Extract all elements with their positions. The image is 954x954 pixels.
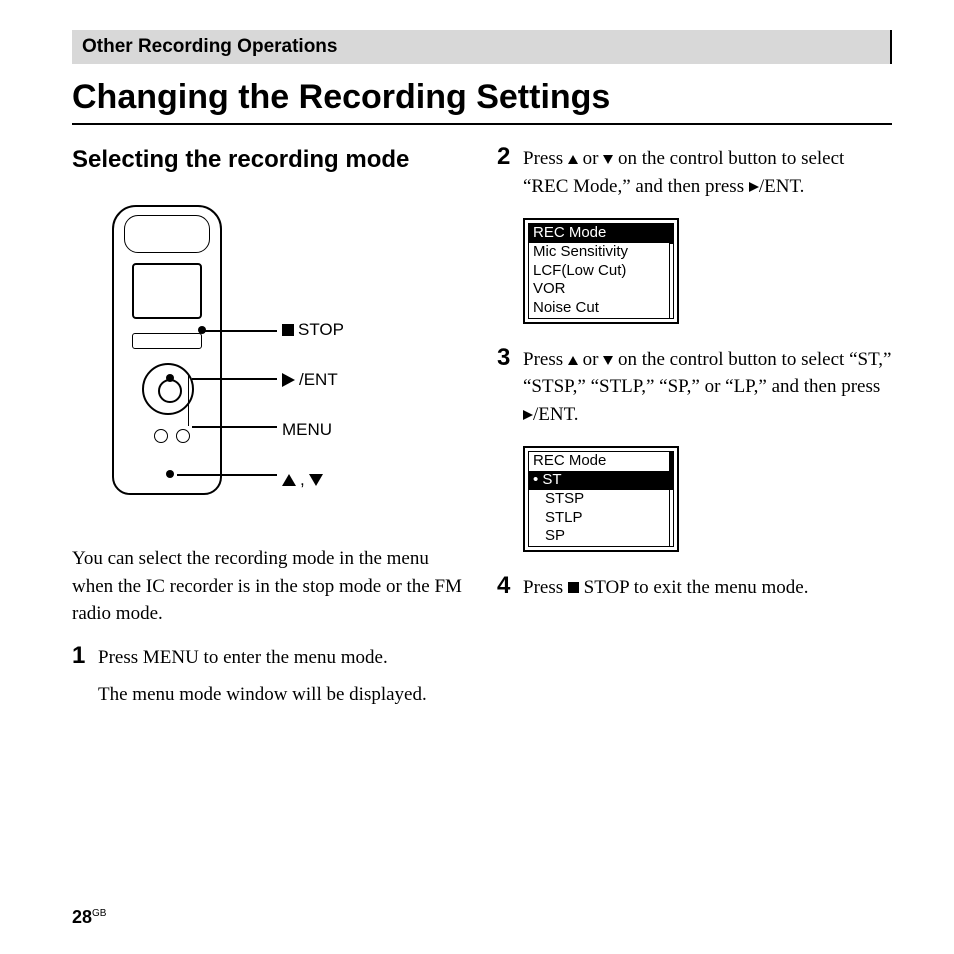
step-number: 4 bbox=[497, 574, 517, 602]
page-number: 28GB bbox=[72, 907, 106, 928]
up-icon bbox=[282, 474, 296, 486]
label-text: MENU bbox=[282, 420, 332, 440]
step-text: Press STOP to exit the menu mode. bbox=[523, 574, 892, 602]
step-number: 2 bbox=[497, 145, 517, 200]
scrollbar bbox=[669, 452, 673, 546]
lcd-line: REC Mode bbox=[529, 452, 673, 471]
label-text: STOP bbox=[298, 320, 344, 340]
lead-dot bbox=[198, 326, 206, 334]
play-icon bbox=[749, 182, 759, 192]
intro-text: You can select the recording mode in the… bbox=[72, 545, 467, 628]
label-text: /ENT bbox=[299, 370, 338, 390]
lead-curve bbox=[188, 374, 196, 426]
step-4: 4 Press STOP to exit the menu mode. bbox=[497, 574, 892, 602]
step-1: 1 Press MENU to enter the menu mode. bbox=[72, 644, 467, 672]
step-text: Press MENU to enter the menu mode. bbox=[98, 644, 467, 672]
stop-icon bbox=[568, 582, 579, 593]
dpad-center bbox=[158, 379, 182, 403]
lcd-line: STSP bbox=[529, 490, 673, 509]
step-3: 3 Press or on the control button to sele… bbox=[497, 346, 892, 429]
lead-dot bbox=[166, 470, 174, 478]
lcd-screenshot-1: REC Mode Mic Sensitivity LCF(Low Cut) VO… bbox=[523, 218, 679, 324]
down-icon bbox=[603, 155, 613, 164]
label-menu: MENU bbox=[282, 420, 344, 440]
lcd-line: STLP bbox=[529, 509, 673, 528]
label-ent: /ENT bbox=[282, 370, 344, 390]
down-icon bbox=[603, 356, 613, 365]
lead-line bbox=[202, 330, 277, 332]
page-title: Changing the Recording Settings bbox=[72, 64, 892, 125]
step-number: 3 bbox=[497, 346, 517, 429]
button-bar bbox=[132, 333, 202, 349]
label-stop: STOP bbox=[282, 320, 344, 340]
scrollbar bbox=[669, 224, 673, 318]
lead-line bbox=[177, 474, 277, 476]
device-figure: STOP /ENT MENU , bbox=[72, 195, 467, 525]
up-icon bbox=[568, 155, 578, 164]
label-updown: , bbox=[282, 470, 344, 490]
lcd-line: • ST bbox=[529, 471, 673, 490]
device-lcd bbox=[132, 263, 202, 319]
step-text: Press or on the control button to select… bbox=[523, 346, 892, 429]
lcd-line: REC Mode bbox=[529, 224, 673, 243]
dpad bbox=[142, 363, 194, 415]
lead-line bbox=[192, 426, 277, 428]
small-button-1 bbox=[154, 429, 168, 443]
play-icon bbox=[282, 373, 295, 387]
step-1-sub: The menu mode window will be displayed. bbox=[98, 681, 467, 709]
down-icon bbox=[309, 474, 323, 486]
section-header: Other Recording Operations bbox=[72, 30, 892, 64]
lead-line bbox=[192, 378, 277, 380]
stop-icon bbox=[282, 324, 294, 336]
lcd-line: LCF(Low Cut) bbox=[529, 262, 673, 281]
step-2: 2 Press or on the control button to sele… bbox=[497, 145, 892, 200]
lead-dot bbox=[166, 374, 174, 382]
lcd-line: VOR bbox=[529, 280, 673, 299]
subheading: Selecting the recording mode bbox=[72, 145, 467, 175]
step-number: 1 bbox=[72, 644, 92, 672]
small-button-2 bbox=[176, 429, 190, 443]
play-icon bbox=[523, 410, 533, 420]
step-text: Press or on the control button to select… bbox=[523, 145, 892, 200]
lcd-line: Noise Cut bbox=[529, 299, 673, 318]
mic-grille bbox=[124, 215, 210, 253]
lcd-line: Mic Sensitivity bbox=[529, 243, 673, 262]
lcd-screenshot-2: REC Mode • ST STSP STLP SP bbox=[523, 446, 679, 552]
up-icon bbox=[568, 356, 578, 365]
lcd-line: SP bbox=[529, 527, 673, 546]
